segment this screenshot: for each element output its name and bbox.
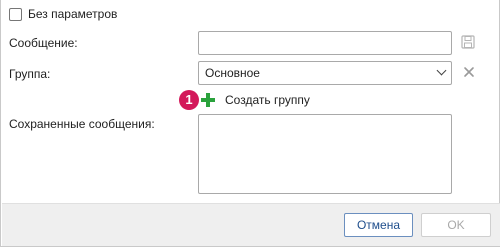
saved-messages-label: Сохраненные сообщения:	[9, 117, 155, 131]
save-icon[interactable]	[461, 35, 475, 49]
create-group-label[interactable]: Создать группу	[225, 93, 310, 107]
no-params-checkbox[interactable]	[9, 7, 22, 21]
plus-icon[interactable]	[201, 93, 215, 107]
step-badge: 1	[179, 90, 199, 110]
message-input[interactable]	[198, 31, 452, 55]
no-params-label: Без параметров	[28, 7, 118, 21]
dialog: Без параметров Сообщение: Группа: Основн…	[0, 0, 500, 247]
create-group-link[interactable]: 1 Создать группу	[179, 90, 310, 110]
ok-button[interactable]: OK	[421, 213, 491, 237]
no-params-option[interactable]: Без параметров	[9, 7, 117, 21]
dialog-footer: Отмена OK	[2, 203, 500, 246]
close-icon[interactable]	[463, 66, 475, 78]
group-selected-value: Основное	[205, 66, 260, 80]
chevron-down-icon	[436, 65, 447, 76]
message-label: Сообщение:	[9, 36, 78, 50]
saved-messages-textarea[interactable]	[198, 114, 452, 194]
group-label: Группа:	[9, 67, 51, 81]
cancel-button[interactable]: Отмена	[344, 213, 413, 237]
group-select[interactable]: Основное	[198, 61, 452, 85]
